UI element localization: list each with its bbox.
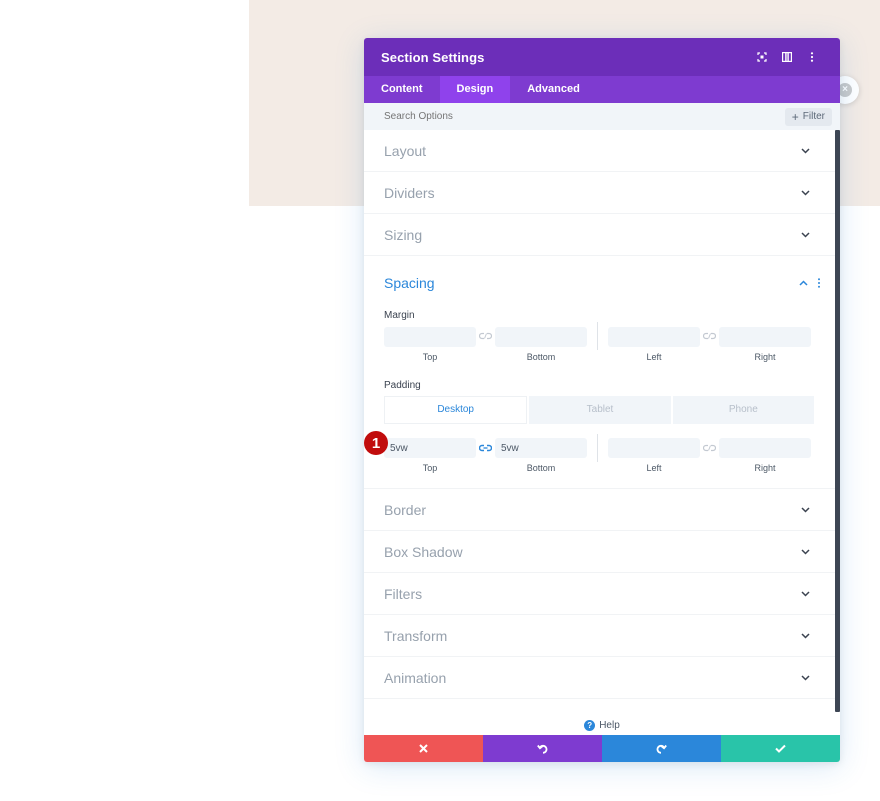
filter-label: Filter [802,111,825,122]
undo-button[interactable] [483,735,602,762]
spacing-title: Spacing [384,275,435,291]
margin-right-input[interactable] [719,326,811,347]
toggle-transform[interactable]: Transform [364,615,835,657]
margin-inputs: Top Bottom Left Right [384,322,814,362]
search-bar: + Filter [364,103,840,130]
toggle-title: Layout [384,142,427,159]
toggle-title: Transform [384,627,448,644]
toggle-sizing[interactable]: Sizing [364,214,835,256]
redo-icon [656,744,667,754]
settings-body: Layout Dividers Sizing Spacing Margin To… [364,130,835,735]
step-marker-badge: 1 [364,431,388,455]
search-options-input[interactable] [384,111,785,122]
expand-icon[interactable] [750,47,773,67]
side-label: Bottom [526,351,556,362]
padding-bottom-input[interactable] [495,438,587,458]
toggle-title: Filters [384,585,423,602]
side-label: Bottom [526,463,556,473]
device-tab-desktop[interactable]: Desktop [384,395,528,424]
device-tab-tablet[interactable]: Tablet [529,395,671,424]
chevron-down-icon [799,588,811,600]
link-icon[interactable] [700,438,719,458]
toggle-title: Animation [384,669,447,686]
chevron-down-icon [799,229,811,241]
padding-right-input[interactable] [719,438,811,458]
toggle-box-shadow[interactable]: Box Shadow [364,531,835,573]
link-icon[interactable] [700,326,719,346]
help-link[interactable]: ? Help [364,715,840,735]
side-label: Right [754,351,776,362]
toggle-title: Box Shadow [384,543,463,560]
close-icon [419,744,428,753]
spacing-group: Spacing Margin Top Bottom Left Right Pad… [364,256,835,489]
margin-left-input[interactable] [608,326,700,347]
modal-footer [364,735,840,762]
side-label: Top [422,351,438,362]
padding-label: Padding [384,379,421,391]
redo-button[interactable] [602,735,721,762]
divider [597,433,598,462]
device-tabs: Desktop Tablet Phone [384,395,814,424]
toggle-title: Dividers [384,184,435,201]
padding-left-input[interactable] [608,438,700,458]
padding-top-input[interactable] [384,438,476,458]
tab-design[interactable]: Design [439,76,511,103]
link-active-icon[interactable] [476,438,495,458]
toggle-layout[interactable]: Layout [364,130,835,172]
modal-header: Section Settings [364,38,840,76]
chevron-down-icon [799,672,811,684]
help-label: Help [599,719,620,731]
toggle-title: Sizing [384,226,423,243]
padding-inputs: Top Bottom Left Right [384,433,814,473]
tab-advanced[interactable]: Advanced [510,76,597,103]
link-icon[interactable] [476,326,495,346]
toggle-animation[interactable]: Animation [364,657,835,699]
scrollbar[interactable] [835,130,840,712]
checkmark-icon [775,744,786,753]
builder-canvas: × Section Settings Content Design Advanc… [0,0,880,801]
chevron-down-icon [799,145,811,157]
toggle-title: Border [384,501,427,518]
divider [597,322,598,350]
undo-icon [537,744,548,754]
section-settings-modal: Section Settings Content Design Advanced… [364,38,840,762]
chevron-up-icon [797,277,809,289]
plus-icon: + [791,109,799,124]
more-vertical-icon[interactable] [800,47,823,67]
chevron-down-icon [799,630,811,642]
toggle-border[interactable]: Border [364,489,835,531]
tab-content[interactable]: Content [364,76,440,103]
margin-label: Margin [384,310,415,321]
more-vertical-icon[interactable] [813,277,825,289]
modal-tabs: Content Design Advanced [364,76,840,103]
device-tab-phone[interactable]: Phone [672,395,814,424]
filter-button[interactable]: + Filter [784,107,832,126]
side-label: Left [646,351,662,362]
close-circle-icon: × [838,83,852,97]
modal-title: Section Settings [381,49,485,65]
margin-top-input[interactable] [384,326,476,347]
toggle-filters[interactable]: Filters [364,573,835,615]
side-label: Left [646,463,662,473]
split-view-icon[interactable] [775,47,798,67]
toggle-dividers[interactable]: Dividers [364,172,835,214]
spacing-header[interactable]: Spacing [384,256,835,310]
margin-bottom-input[interactable] [495,326,587,347]
chevron-down-icon [799,504,811,516]
side-label: Top [422,463,438,473]
chevron-down-icon [799,187,811,199]
save-button[interactable] [721,735,840,762]
cancel-button[interactable] [364,735,483,762]
chevron-down-icon [799,546,811,558]
help-icon: ? [584,719,596,731]
side-label: Right [754,463,776,473]
